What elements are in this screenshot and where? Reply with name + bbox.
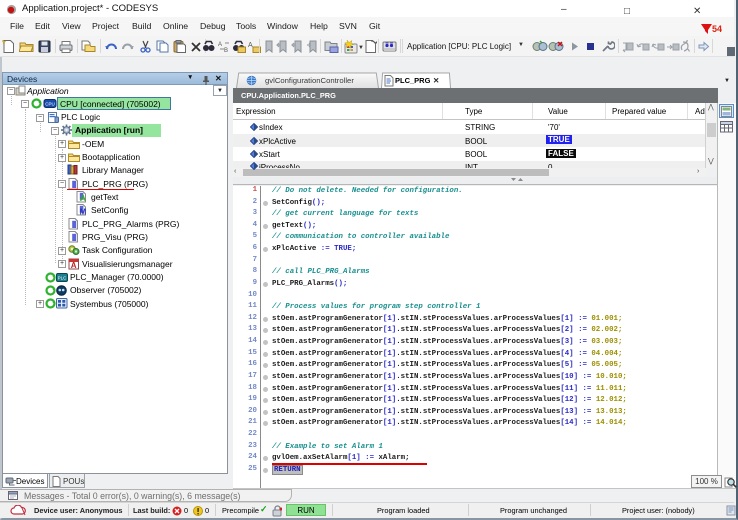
svg-text:CPU: CPU: [45, 102, 55, 107]
svg-text:M: M: [80, 208, 87, 217]
svg-text:A: A: [71, 261, 77, 270]
svg-text:A: A: [80, 193, 86, 203]
svg-text:B: B: [224, 48, 228, 53]
svg-text:A: A: [248, 42, 253, 49]
svg-text:PLC: PLC: [58, 275, 68, 280]
svg-text:A: A: [218, 42, 222, 48]
